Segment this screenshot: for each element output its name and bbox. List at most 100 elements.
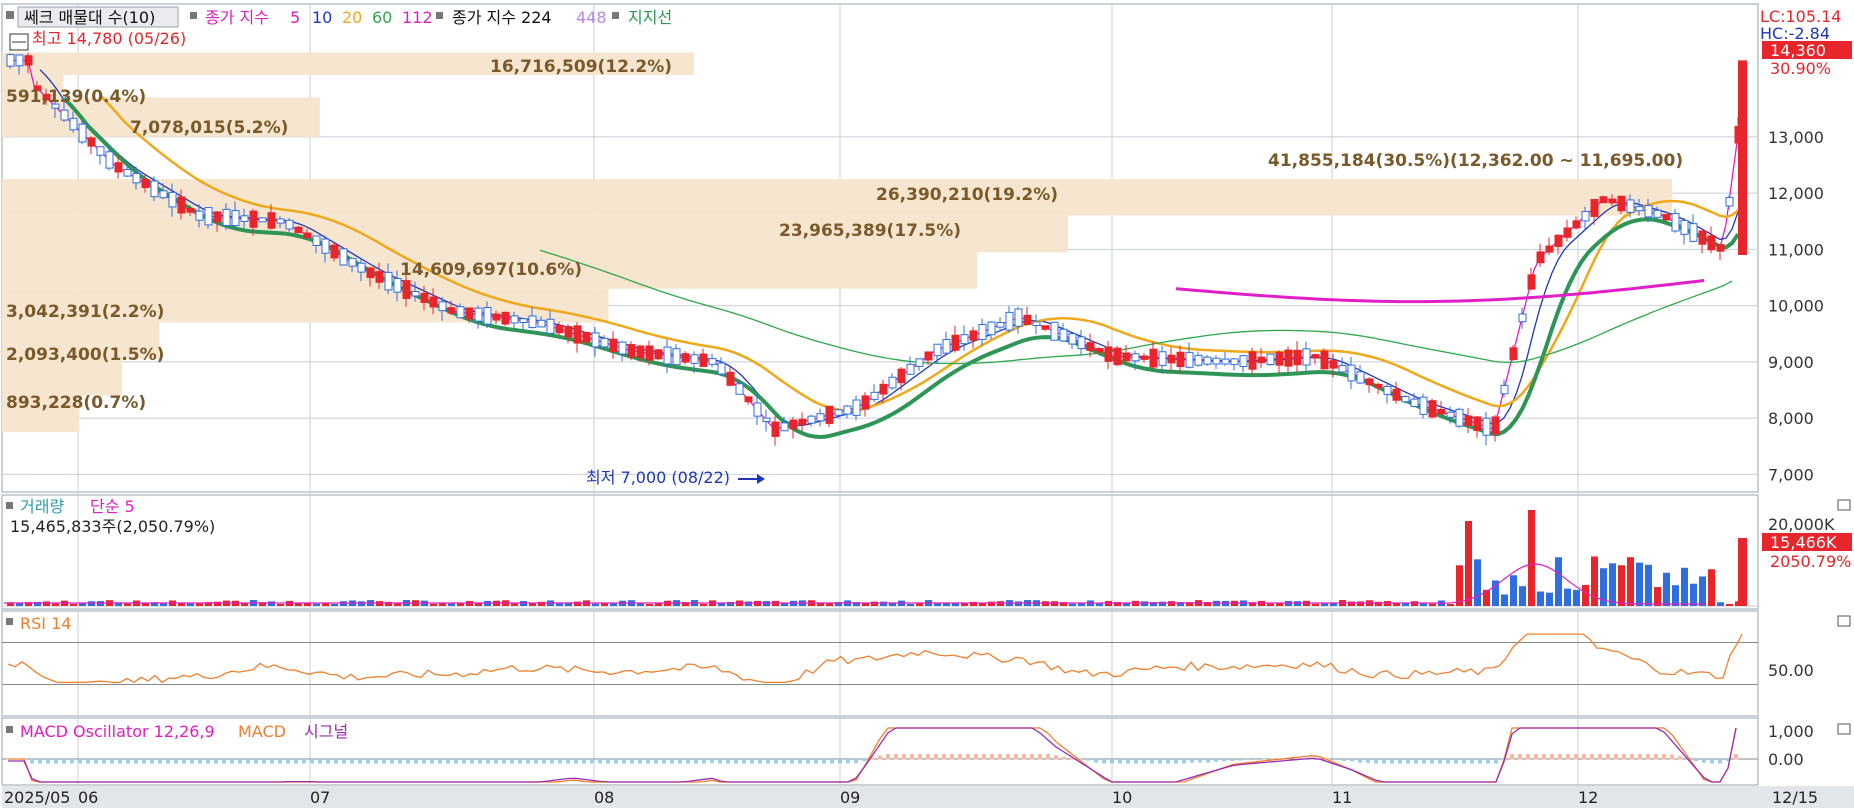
- profile-label: 41,855,184(30.5%)(12,362.00 ~ 11,695.00): [1268, 151, 1683, 171]
- volume-bar: [1141, 601, 1148, 606]
- date-label: 2025/05: [4, 788, 70, 807]
- candle-body: [357, 262, 366, 273]
- macd-hist-bar: [310, 759, 314, 764]
- candle-body: [393, 278, 402, 293]
- macd-hist-bar: [254, 759, 258, 764]
- menu-button-label[interactable]: 쎄크 매물대 수(10): [24, 8, 155, 27]
- candle-body: [1104, 346, 1113, 362]
- volume-bar: [1069, 603, 1076, 606]
- macd-hist-bar: [222, 759, 226, 764]
- candle-body: [609, 338, 618, 353]
- menu-icon[interactable]: [6, 11, 14, 19]
- candle-body: [474, 307, 483, 322]
- macd-hist-bar: [654, 759, 658, 764]
- candle-body: [906, 363, 915, 375]
- macd-hist-bar: [142, 759, 146, 764]
- legend-toggle-icon[interactable]: [190, 12, 197, 19]
- candle-body: [114, 162, 123, 173]
- candle-body: [1491, 416, 1500, 435]
- legend-toggle-icon-3[interactable]: [612, 12, 619, 19]
- macd-hist-bar: [542, 759, 546, 764]
- macd-hist-bar: [758, 759, 762, 764]
- candle-body: [1230, 358, 1239, 366]
- volume-bar: [1096, 603, 1103, 606]
- volume-bar: [1537, 591, 1544, 606]
- macd-hist-bar: [1054, 755, 1058, 760]
- macd-hist-bar: [334, 759, 338, 764]
- macd-hist-bar: [558, 759, 562, 764]
- candle-body: [240, 215, 249, 222]
- macd-hist-bar: [1574, 754, 1578, 760]
- macd-hist-bar: [1662, 754, 1666, 760]
- close-panel-icon[interactable]: [1837, 499, 1851, 511]
- candle-body: [600, 337, 609, 348]
- candle-body: [1131, 353, 1140, 362]
- date-label: 07: [310, 788, 330, 807]
- macd-hist-bar: [702, 759, 706, 764]
- legend-toggle-icon-2[interactable]: [436, 12, 443, 19]
- candle-body: [1428, 400, 1437, 418]
- candle-body: [699, 353, 708, 367]
- candle-body: [1464, 415, 1473, 426]
- candle-body: [681, 353, 690, 363]
- macd-hist-bar: [454, 759, 458, 764]
- candle-body: [1662, 213, 1671, 221]
- profile-label: 14,609,697(10.6%): [400, 260, 582, 280]
- macd-hist-bar: [326, 759, 330, 764]
- candle-body: [267, 212, 276, 229]
- candle-body: [816, 413, 825, 422]
- rsi-toggle-icon[interactable]: [6, 618, 13, 625]
- candle-body: [978, 323, 987, 341]
- candle-body: [177, 196, 186, 214]
- candle-body: [708, 358, 717, 365]
- volume-bar: [1312, 603, 1319, 606]
- macd-hist-bar: [1470, 759, 1474, 764]
- macd-hist-bar: [1718, 759, 1722, 764]
- macd-hist-bar: [566, 759, 570, 764]
- macd-hist-bar: [1030, 754, 1034, 760]
- macd-toggle-icon[interactable]: [6, 726, 13, 733]
- macd-hist-bar: [1350, 759, 1354, 762]
- macd-hist-bar: [1670, 754, 1674, 760]
- max-price-label: 최고 14,780 (05/26): [32, 29, 186, 48]
- candle-body: [1581, 210, 1590, 222]
- macd-hist-bar: [862, 759, 866, 762]
- macd-hist-bar: [1014, 754, 1018, 760]
- close-panel-icon[interactable]: [1837, 723, 1851, 735]
- macd-hist-bar: [526, 759, 530, 764]
- candle-body: [1014, 308, 1023, 327]
- macd-hist-bar: [1678, 756, 1682, 760]
- date-label: 06: [78, 788, 98, 807]
- candle-body: [654, 349, 663, 360]
- close-panel-icon[interactable]: [1837, 615, 1851, 627]
- volume-bar: [1627, 557, 1634, 606]
- macd-hist-bar: [1542, 754, 1546, 760]
- candle-body: [312, 235, 321, 246]
- date-label: 12/15: [1772, 788, 1818, 807]
- legend-ma112: 112: [402, 8, 433, 27]
- volume-bar: [1357, 601, 1364, 606]
- candle-body: [159, 190, 168, 199]
- volume-bar: [1510, 575, 1517, 606]
- volume-toggle-icon[interactable]: [6, 502, 13, 509]
- macd-hist-bar: [1606, 754, 1610, 760]
- candle-body: [294, 226, 303, 234]
- macd-hist-bar: [1534, 754, 1538, 760]
- macd-hist-bar: [830, 759, 834, 764]
- date-label: 10: [1112, 788, 1132, 807]
- candle-body: [537, 319, 546, 328]
- macd-hist-bar: [1238, 759, 1242, 761]
- volume-bar: [646, 603, 653, 606]
- candle-body: [636, 345, 645, 359]
- volume-info: 15,465,833주(2,050.79%): [10, 517, 215, 536]
- volume-bar: [268, 601, 275, 606]
- volume-bar: [745, 601, 752, 606]
- candle-body: [645, 345, 654, 361]
- macd-hist-bar: [478, 759, 482, 764]
- macd-hist-bar: [278, 759, 282, 764]
- volume-bar: [178, 603, 185, 606]
- macd-hist-bar: [486, 759, 490, 764]
- current-volume: 15,466K: [1770, 533, 1837, 552]
- volume-bar: [52, 603, 59, 606]
- price-tick: 10,000: [1768, 297, 1824, 316]
